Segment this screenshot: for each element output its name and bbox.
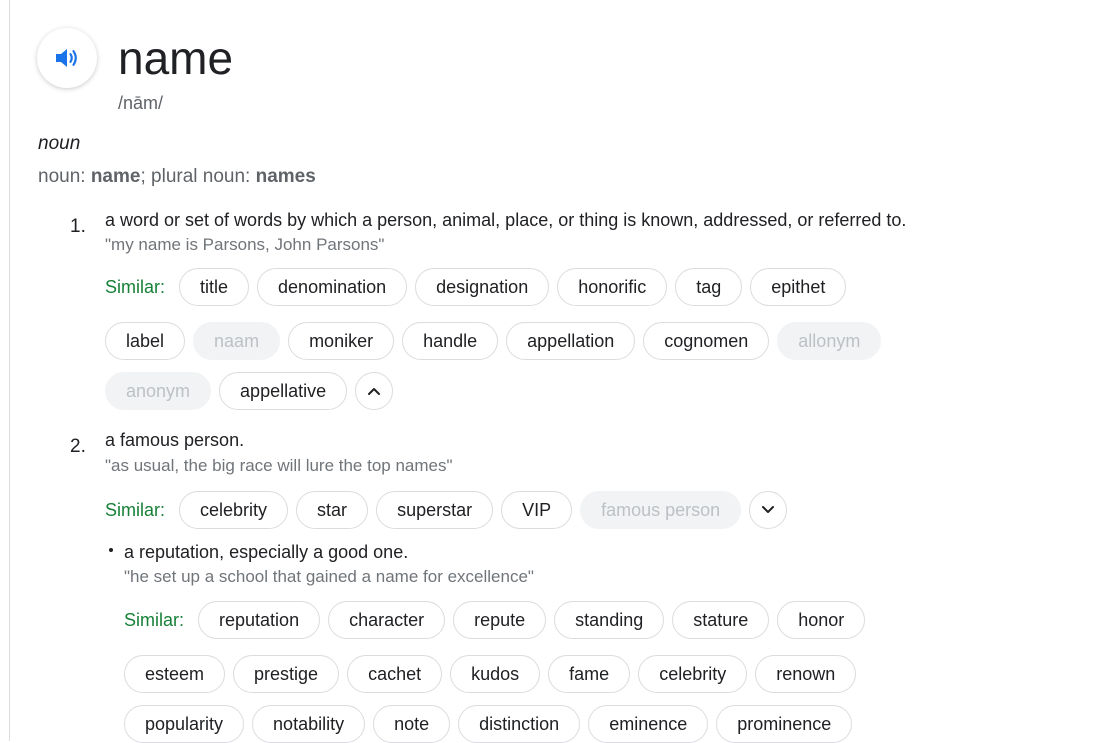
synonym-chip[interactable]: handle: [402, 322, 499, 360]
similar-row: Similar: reputation character repute sta…: [124, 601, 873, 639]
synonym-chip[interactable]: epithet: [750, 268, 847, 306]
speaker-icon: [56, 49, 77, 67]
synonym-chip[interactable]: eminence: [588, 705, 709, 743]
forms-plural: names: [255, 166, 316, 187]
pronunciation-speaker-button[interactable]: [37, 28, 97, 88]
synonym-chip[interactable]: prominence: [716, 705, 853, 743]
synonym-chip[interactable]: repute: [453, 601, 547, 639]
synonym-chip-dimmed: famous person: [580, 491, 742, 529]
synonym-chip[interactable]: appellation: [506, 322, 636, 360]
synonym-chip[interactable]: celebrity: [638, 655, 748, 693]
similar-row: esteem prestige cachet kudos fame celebr…: [124, 655, 864, 693]
synonym-chip[interactable]: cognomen: [643, 322, 770, 360]
synonym-chip[interactable]: fame: [548, 655, 631, 693]
sense-definition: a word or set of words by which a person…: [105, 210, 907, 230]
similar-row: Similar: celebrity star superstar VIP fa…: [105, 491, 788, 529]
forms-prefix: noun:: [38, 166, 86, 187]
sense-example: "my name is Parsons, John Parsons": [105, 235, 385, 254]
synonym-chip[interactable]: tag: [675, 268, 743, 306]
synonym-chip[interactable]: designation: [415, 268, 550, 306]
synonym-chip[interactable]: character: [328, 601, 446, 639]
headword: name: [118, 32, 234, 84]
synonym-chip[interactable]: cachet: [347, 655, 443, 693]
chevron-down-icon: [762, 506, 775, 513]
sense-definition: a reputation, especially a good one.: [124, 542, 409, 562]
synonym-chip[interactable]: superstar: [376, 491, 494, 529]
collapse-synonyms-button[interactable]: [355, 372, 394, 410]
synonym-chip[interactable]: kudos: [450, 655, 541, 693]
synonym-chip[interactable]: title: [179, 268, 250, 306]
similar-row: label naam moniker handle appellation co…: [105, 322, 889, 360]
expand-synonyms-button[interactable]: [749, 491, 788, 529]
synonym-chip[interactable]: star: [296, 491, 369, 529]
synonym-chip[interactable]: note: [373, 705, 451, 743]
synonym-chip[interactable]: stature: [672, 601, 770, 639]
synonym-chip[interactable]: popularity: [124, 705, 245, 743]
forms-sep: ; plural noun:: [140, 166, 251, 187]
synonym-chip[interactable]: standing: [554, 601, 665, 639]
similar-row: Similar: title denomination designation …: [105, 268, 854, 306]
part-of-speech: noun: [38, 133, 81, 154]
synonym-chip[interactable]: distinction: [458, 705, 581, 743]
synonym-chip-dimmed: allonym: [777, 322, 882, 360]
sense-number: 2.: [70, 436, 86, 457]
synonym-chip[interactable]: denomination: [257, 268, 408, 306]
synonym-chip[interactable]: VIP: [501, 491, 573, 529]
word-forms: noun: name; plural noun: names: [38, 166, 316, 188]
similar-row: popularity notability note distinction e…: [124, 705, 860, 743]
synonym-chip[interactable]: celebrity: [179, 491, 289, 529]
left-divider: [9, 0, 10, 741]
similar-label: Similar:: [124, 609, 185, 630]
sense-example: "he set up a school that gained a name f…: [124, 567, 534, 586]
synonym-chip[interactable]: honorific: [557, 268, 668, 306]
similar-label: Similar:: [105, 276, 166, 297]
synonym-chip[interactable]: prestige: [233, 655, 340, 693]
forms-word: name: [90, 166, 141, 187]
synonym-chip-dimmed: naam: [193, 322, 281, 360]
similar-label: Similar:: [105, 499, 166, 520]
synonym-chip[interactable]: honor: [777, 601, 866, 639]
synonym-chip[interactable]: appellative: [219, 372, 348, 410]
synonym-chip-dimmed: anonym: [105, 372, 212, 410]
phonetic: /nām/: [118, 93, 164, 113]
synonym-chip[interactable]: reputation: [198, 601, 321, 639]
synonym-chip[interactable]: moniker: [288, 322, 395, 360]
sense-definition: a famous person.: [105, 430, 245, 450]
chevron-up-icon: [368, 388, 381, 395]
synonym-chip[interactable]: renown: [755, 655, 857, 693]
sense-example: "as usual, the big race will lure the to…: [105, 456, 453, 475]
similar-row: anonym appellative: [105, 372, 394, 410]
sense-number: 1.: [70, 216, 86, 237]
synonym-chip[interactable]: label: [105, 322, 186, 360]
synonym-chip[interactable]: notability: [252, 705, 366, 743]
sub-sense-bullet: [109, 548, 113, 552]
synonym-chip[interactable]: esteem: [124, 655, 226, 693]
